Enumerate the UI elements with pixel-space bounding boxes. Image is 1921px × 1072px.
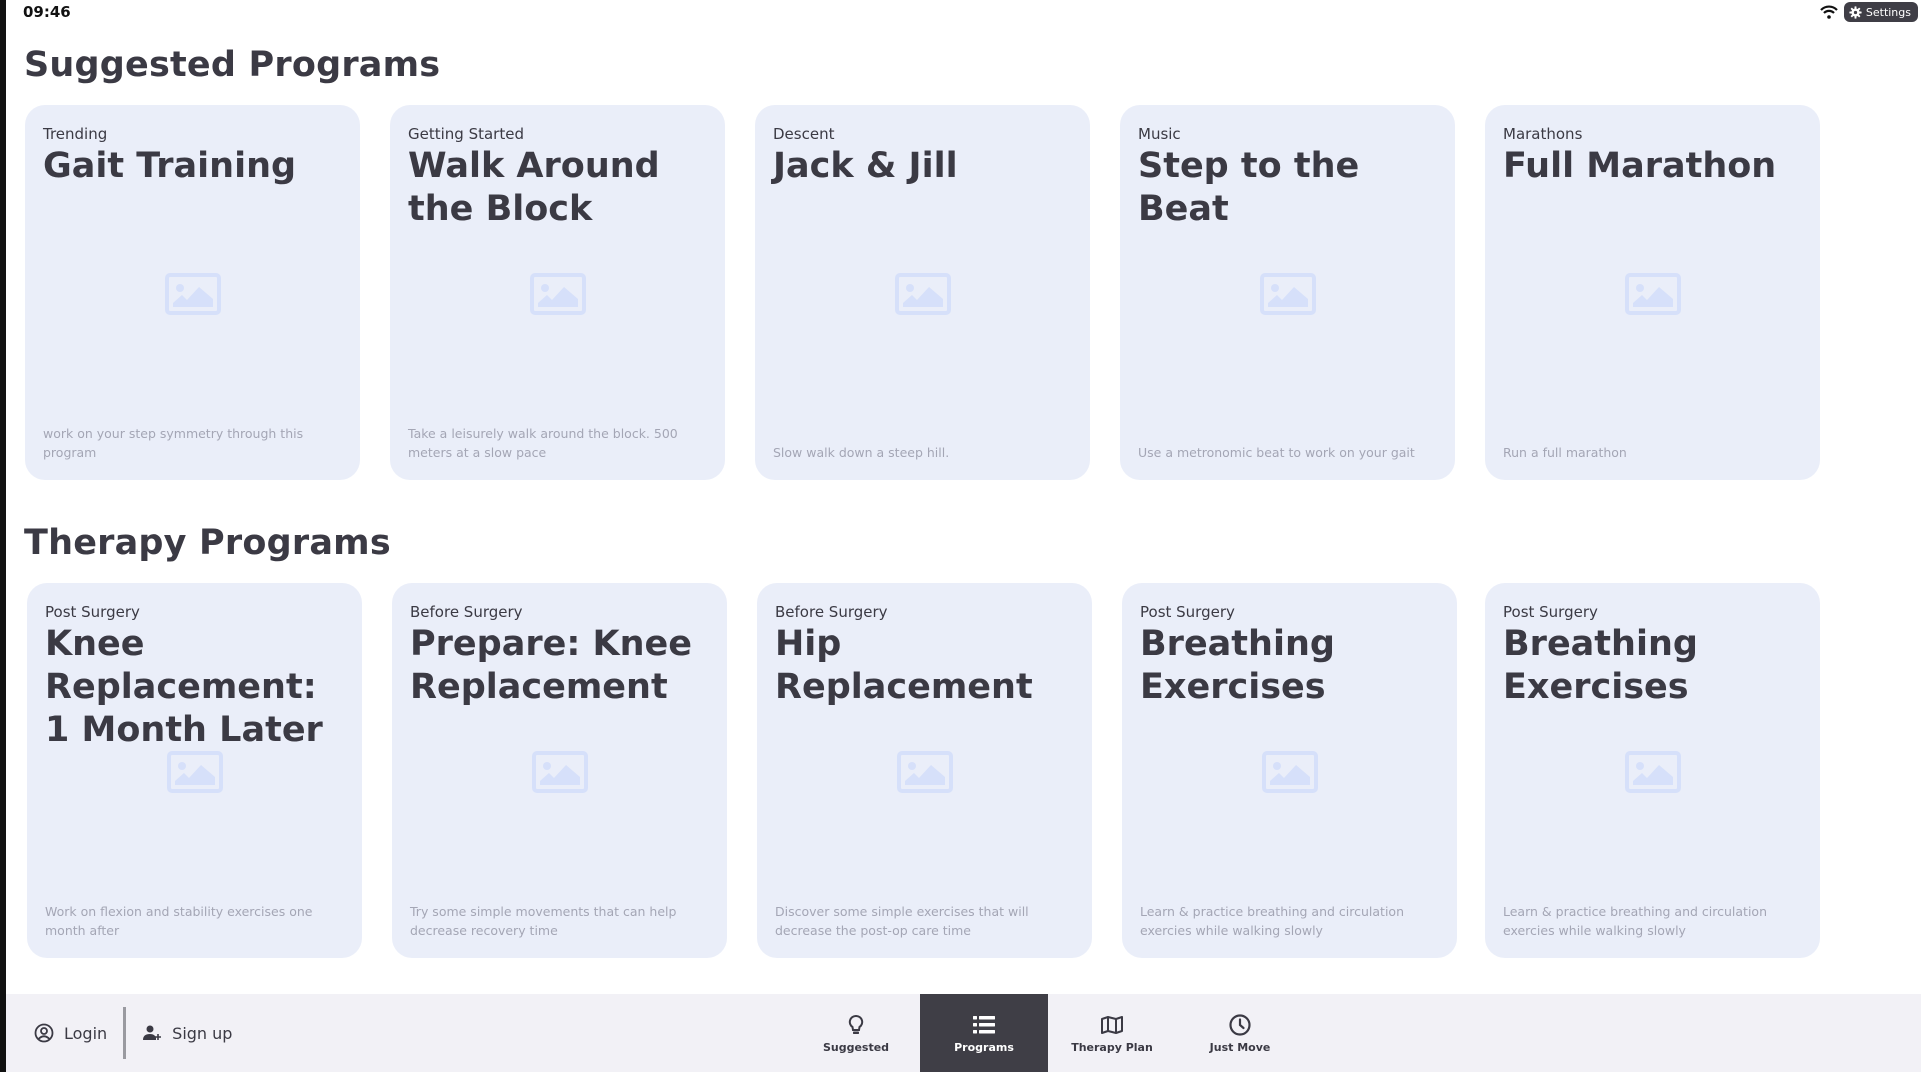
program-card[interactable]: Trending Gait Training work on your step… — [25, 105, 360, 480]
program-category: Music — [1138, 125, 1181, 143]
image-placeholder-icon — [166, 751, 223, 793]
settings-label: Settings — [1865, 5, 1911, 19]
image-placeholder-icon — [164, 273, 221, 315]
map-icon — [1101, 1015, 1123, 1034]
program-category: Post Surgery — [45, 603, 140, 621]
settings-button[interactable]: Settings — [1843, 2, 1918, 22]
program-card[interactable]: Before Surgery Hip Replacement Discover … — [757, 583, 1092, 958]
program-card[interactable]: Descent Jack & Jill Slow walk down a ste… — [755, 105, 1090, 480]
program-category: Post Surgery — [1503, 603, 1598, 621]
program-category: Descent — [773, 125, 835, 143]
image-placeholder-icon — [529, 273, 586, 315]
therapy-programs-heading: Therapy Programs — [24, 523, 391, 563]
program-card[interactable]: Marathons Full Marathon Run a full marat… — [1485, 105, 1820, 480]
program-description: Learn & practice breathing and circulati… — [1140, 904, 1404, 938]
program-category: Trending — [43, 125, 108, 143]
image-placeholder-icon — [894, 273, 951, 315]
signup-label: Sign up — [172, 1023, 233, 1043]
lightbulb-icon — [848, 1014, 864, 1034]
suggested-programs-heading: Suggested Programs — [24, 45, 441, 85]
nav-label: Suggested — [822, 1040, 890, 1054]
program-description: work on your step symmetry through this … — [43, 426, 304, 460]
nav-tab-programs[interactable]: Programs — [920, 994, 1048, 1072]
login-label: Login — [64, 1023, 108, 1043]
program-title: Breathing Exercises — [1503, 624, 1698, 707]
nav-label: Just Move — [1209, 1040, 1271, 1054]
clock-icon — [1229, 1013, 1251, 1036]
program-title: Jack & Jill — [773, 146, 958, 186]
status-time: 09:46 — [23, 3, 71, 21]
window-edge — [0, 0, 6, 1072]
program-card[interactable]: Getting Started Walk Around the Block Ta… — [390, 105, 725, 480]
program-description: Run a full marathon — [1503, 445, 1627, 460]
program-category: Getting Started — [408, 125, 524, 143]
program-card[interactable]: Post Surgery Breathing Exercises Learn &… — [1485, 583, 1820, 958]
program-card[interactable]: Post Surgery Knee Replacement: 1 Month L… — [27, 583, 362, 958]
signup-button[interactable]: Sign up — [142, 1023, 232, 1043]
status-bar-right: Settings — [1820, 2, 1918, 22]
program-category: Before Surgery — [410, 603, 523, 621]
program-description: Work on flexion and stability exercises … — [45, 904, 313, 938]
auth-actions: Login Sign up — [34, 994, 232, 1072]
program-card[interactable]: Post Surgery Breathing Exercises Learn &… — [1122, 583, 1457, 958]
main-nav: Suggested Programs Therapy Plan Just Mov… — [792, 994, 1304, 1072]
program-title: Breathing Exercises — [1140, 624, 1335, 707]
program-description: Learn & practice breathing and circulati… — [1503, 904, 1767, 938]
nav-label: Programs — [954, 1040, 1014, 1054]
program-card[interactable]: Music Step to the Beat Use a metronomic … — [1120, 105, 1455, 480]
program-title: Hip Replacement — [775, 624, 1033, 707]
program-title: Prepare: Knee Replacement — [410, 624, 693, 707]
auth-divider — [123, 1007, 127, 1059]
nav-label: Therapy Plan — [1071, 1040, 1153, 1054]
program-description: Take a leisurely walk around the block. … — [408, 426, 678, 460]
program-category: Post Surgery — [1140, 603, 1235, 621]
program-category: Before Surgery — [775, 603, 888, 621]
list-icon — [973, 1015, 995, 1033]
user-circle-icon — [34, 1023, 54, 1043]
image-placeholder-icon — [1261, 751, 1318, 793]
nav-tab-just-move[interactable]: Just Move — [1176, 994, 1304, 1072]
gear-icon — [1849, 5, 1862, 19]
wifi-icon — [1820, 5, 1838, 19]
image-placeholder-icon — [531, 751, 588, 793]
nav-tab-therapy-plan[interactable]: Therapy Plan — [1048, 994, 1176, 1072]
image-placeholder-icon — [1624, 751, 1681, 793]
bottom-navigation-bar: Login Sign up Suggested Programs Therapy… — [6, 994, 1921, 1072]
program-description: Slow walk down a steep hill. — [773, 445, 950, 460]
program-card[interactable]: Before Surgery Prepare: Knee Replacement… — [392, 583, 727, 958]
program-title: Walk Around the Block — [408, 146, 660, 229]
program-title: Knee Replacement: 1 Month Later — [45, 624, 323, 750]
program-description: Use a metronomic beat to work on your ga… — [1138, 445, 1415, 460]
nav-tab-suggested[interactable]: Suggested — [792, 994, 920, 1072]
program-category: Marathons — [1503, 125, 1583, 143]
user-plus-icon — [143, 1025, 162, 1040]
image-placeholder-icon — [896, 751, 953, 793]
image-placeholder-icon — [1259, 273, 1316, 315]
program-description: Discover some simple exercises that will… — [775, 904, 1029, 938]
program-title: Gait Training — [43, 146, 297, 186]
program-title: Full Marathon — [1503, 146, 1777, 186]
image-placeholder-icon — [1624, 273, 1681, 315]
login-button[interactable]: Login — [34, 1023, 107, 1043]
program-title: Step to the Beat — [1138, 146, 1360, 229]
program-description: Try some simple movements that can help … — [410, 904, 677, 938]
